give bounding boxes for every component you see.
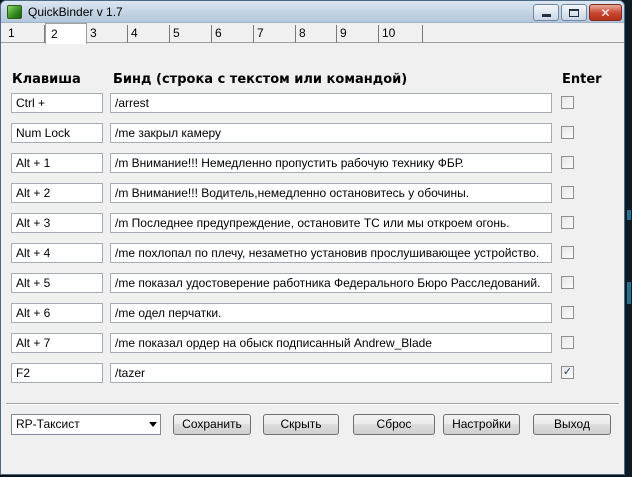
maximize-icon — [569, 8, 579, 17]
enter-checkbox[interactable] — [561, 156, 574, 169]
bind-field[interactable]: /me показал удостоверение работника Феде… — [110, 273, 552, 293]
reset-button[interactable]: Сброс — [353, 414, 435, 435]
tab-3[interactable]: 3 — [87, 25, 128, 43]
tab-7[interactable]: 7 — [254, 25, 296, 43]
enter-checkbox[interactable] — [561, 186, 574, 199]
settings-button[interactable]: Настройки — [443, 414, 520, 435]
minimize-button[interactable] — [533, 4, 559, 21]
desktop-background — [624, 0, 632, 477]
enter-checkbox[interactable] — [561, 216, 574, 229]
checkmark-icon: ✓ — [562, 366, 573, 378]
tab-2[interactable]: 2 — [45, 23, 87, 44]
app-icon — [7, 5, 22, 19]
enter-checkbox[interactable] — [561, 336, 574, 349]
hide-button[interactable]: Скрыть — [263, 414, 339, 435]
bind-field[interactable]: /m Внимание!!! Водитель,немедленно остан… — [110, 183, 552, 203]
enter-checkbox[interactable] — [561, 246, 574, 259]
close-icon: ✕ — [600, 5, 611, 20]
key-field[interactable]: Alt + 5 — [11, 273, 103, 293]
bind-field[interactable]: /m Последнее предупреждение, остановите … — [110, 213, 552, 233]
enter-checkbox[interactable] — [561, 276, 574, 289]
quickbinder-window: QuickBinder v 1.7 ✕ 1 2 3 4 5 6 7 8 9 10… — [0, 0, 625, 475]
key-field[interactable]: Alt + 4 — [11, 243, 103, 263]
bind-field[interactable]: /me закрыл камеру — [110, 123, 552, 143]
desktop-decoration — [627, 282, 631, 304]
bind-field[interactable]: /me показал ордер на обыск подписанный A… — [110, 333, 552, 353]
window-title: QuickBinder v 1.7 — [28, 5, 123, 19]
bind-field[interactable]: /tazer — [110, 363, 552, 383]
separator — [6, 403, 619, 405]
key-field[interactable]: Ctrl + — [11, 93, 103, 113]
chevron-down-icon — [149, 422, 157, 427]
save-button[interactable]: Сохранить — [173, 414, 251, 435]
enter-checkbox[interactable] — [561, 306, 574, 319]
bind-field[interactable]: /arrest — [110, 93, 552, 113]
exit-button[interactable]: Выход — [533, 414, 611, 435]
key-field[interactable]: Alt + 3 — [11, 213, 103, 233]
key-field[interactable]: Alt + 7 — [11, 333, 103, 353]
close-button[interactable]: ✕ — [589, 4, 622, 21]
profile-select[interactable]: RP-Таксист — [11, 414, 161, 435]
tab-strip: 1 2 3 4 5 6 7 8 9 10 — [1, 23, 624, 44]
tab-4[interactable]: 4 — [128, 25, 170, 43]
title-bar[interactable]: QuickBinder v 1.7 ✕ — [1, 1, 624, 23]
tab-6[interactable]: 6 — [212, 25, 254, 43]
key-field[interactable]: Num Lock — [11, 123, 103, 143]
enter-checkbox[interactable] — [561, 126, 574, 139]
tab-5[interactable]: 5 — [170, 25, 212, 43]
bind-field[interactable]: /me похлопал по плечу, незаметно установ… — [110, 243, 552, 263]
enter-checkbox[interactable] — [561, 96, 574, 109]
key-field[interactable]: Alt + 2 — [11, 183, 103, 203]
bind-field[interactable]: /me одел перчатки. — [110, 303, 552, 323]
profile-select-value: RP-Таксист — [16, 417, 80, 431]
tab-10[interactable]: 10 — [379, 25, 423, 43]
minimize-icon — [541, 14, 551, 17]
maximize-button[interactable] — [561, 4, 587, 21]
key-field[interactable]: F2 — [11, 363, 103, 383]
column-header-bind: Бинд (строка с текстом или командой) — [113, 72, 408, 87]
column-header-enter: Enter — [562, 72, 602, 87]
key-field[interactable]: Alt + 6 — [11, 303, 103, 323]
tab-8[interactable]: 8 — [296, 25, 337, 43]
tab-1[interactable]: 1 — [5, 25, 45, 43]
desktop-decoration — [627, 210, 631, 220]
column-header-key: Клавиша — [12, 72, 81, 87]
tab-9[interactable]: 9 — [337, 25, 379, 43]
key-field[interactable]: Alt + 1 — [11, 153, 103, 173]
bind-field[interactable]: /m Внимание!!! Немедленно пропустить раб… — [110, 153, 552, 173]
enter-checkbox[interactable]: ✓ — [561, 366, 574, 379]
